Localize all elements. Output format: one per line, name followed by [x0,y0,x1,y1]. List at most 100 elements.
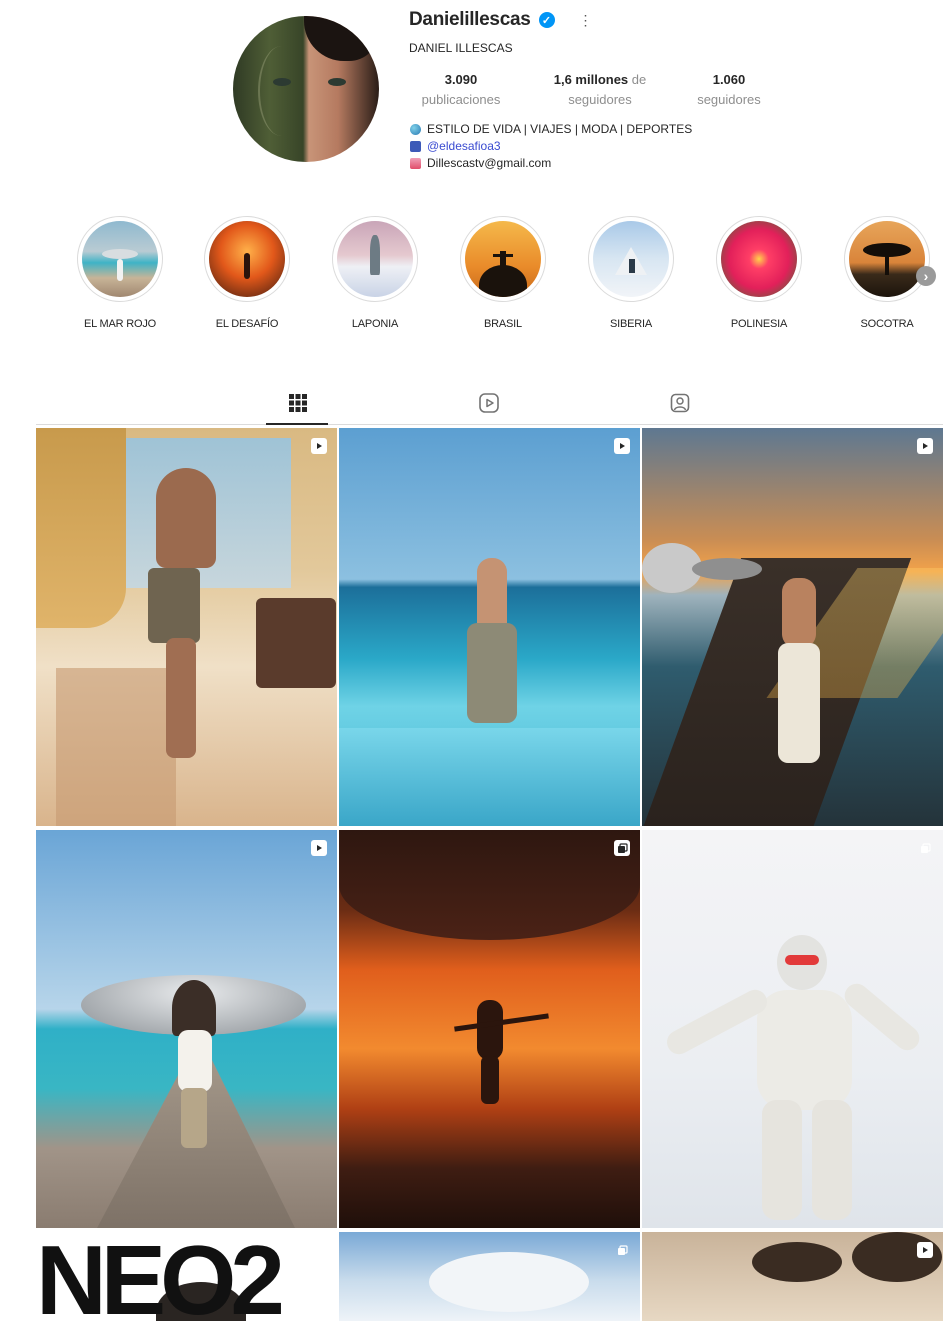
highlight-label: BRASIL [484,318,522,330]
highlight-ring [588,216,674,302]
post-tile[interactable] [36,830,337,1228]
highlight-ring [460,216,546,302]
post-tile[interactable] [642,428,943,826]
highlight-cover [849,221,925,297]
tab-posts[interactable] [285,390,311,416]
highlight-label: SIBERIA [609,318,652,330]
tabs-divider [36,424,943,425]
person-legs-shape [166,638,196,758]
posts-count: 3.090 [444,72,478,87]
highlight-laponia[interactable]: LAPONIA [315,216,435,330]
globe-icon [410,124,421,135]
followers-label: seguidores [568,92,632,107]
highlight-cover [721,221,797,297]
person-torso-shape [782,578,816,648]
person-torso-shape [477,558,507,633]
bio-categories-text: ESTILO DE VIDA | VIAJES | MODA | DEPORTE… [427,122,693,136]
bio-line-email: Dillescastv@gmail.com [410,155,692,172]
post-tile[interactable]: NEO2 [36,1232,337,1321]
person-trousers-shape [181,1088,207,1148]
profile-full-name: DANIEL ILLESCAS [409,41,513,55]
pool-shape [339,728,640,826]
highlight-cover [209,221,285,297]
posts-label: publicaciones [421,92,501,107]
carousel-icon [917,840,933,856]
avatar-right-eye [328,78,346,86]
portal-shape [172,980,216,1036]
play-icon [311,438,327,454]
post-tile[interactable] [339,1232,640,1321]
post-tile[interactable] [36,428,337,826]
following-label: seguidores [697,92,761,107]
highlight-cover [82,221,158,297]
pod-shape-2 [692,558,762,580]
highlight-cover [465,221,541,297]
stat-following[interactable]: 1.060 seguidores [688,70,770,110]
following-count: 1.060 [712,72,746,87]
cave-wall-shape [36,428,126,628]
bio-email-text: Dillescastv@gmail.com [427,156,552,170]
highlight-label: POLINESIA [730,318,788,330]
cloud-shape [429,1252,589,1312]
carousel-icon [614,840,630,856]
username-row: Danielillescas ✓ ⋮ [409,8,593,32]
snowsuit-leg-left-shape [762,1100,802,1220]
person-trousers-shape [778,643,820,763]
play-icon [917,438,933,454]
followers-of-word: de [631,72,647,87]
highlight-cover [593,221,669,297]
highlight-el-desafio[interactable]: EL DESAFÍO [187,216,307,330]
mail-icon [410,158,421,169]
highlight-ring [844,216,930,302]
bookmark-icon [410,141,421,152]
person-shorts-shape [148,568,200,643]
profile-bio: ESTILO DE VIDA | VIAJES | MODA | DEPORTE… [410,121,692,172]
bio-handle-link[interactable]: @eldesafioa3 [427,138,501,155]
highlight-ring [77,216,163,302]
profile-avatar[interactable] [233,16,379,162]
magazine-title: NEO2 [36,1232,285,1321]
person-trousers-shape [467,623,517,723]
post-tile[interactable] [642,1232,943,1321]
highlight-label: LAPONIA [351,318,399,330]
post-tile[interactable] [642,830,943,1228]
highlight-ring [204,216,290,302]
highlight-brasil[interactable]: BRASIL [443,216,563,330]
play-icon [614,438,630,454]
stat-posts: 3.090 publicaciones [415,70,507,110]
highlight-cover [337,221,413,297]
cave-ceiling-shape [339,830,640,940]
snowsuit-body-shape [757,990,852,1110]
avatar-hair-detail [304,16,379,61]
followers-count: 1,6 millones [553,72,629,87]
snowsuit-arm-left-shape [662,985,772,1059]
post-tile[interactable] [339,428,640,826]
avatar-leaf-detail [258,46,305,136]
person-legs-shape [481,1056,499,1104]
highlight-label: SOCOTRA [860,318,914,330]
bio-line-threads[interactable]: @eldesafioa3 [410,138,692,155]
snowsuit-leg-right-shape [812,1100,852,1220]
snowsuit-arm-right-shape [839,978,925,1056]
play-icon [917,1242,933,1258]
more-options-icon[interactable]: ⋮ [579,13,593,27]
highlight-siberia[interactable]: SIBERIA [571,216,691,330]
carousel-icon [614,1242,630,1258]
tagged-icon [670,393,690,413]
tab-reels[interactable] [476,390,502,416]
chair-shape [256,598,336,688]
profile-username: Danielillescas [409,9,531,30]
highlight-polinesia[interactable]: POLINESIA [699,216,819,330]
play-icon [311,840,327,856]
highlights-next-chevron-icon[interactable]: › [916,266,936,286]
highlight-ring [332,216,418,302]
stat-followers[interactable]: 1,6 millones de seguidores [540,70,660,110]
tab-tagged[interactable] [667,390,693,416]
highlight-el-mar-rojo[interactable]: EL MAR ROJO [60,216,180,330]
person-torso-shape [156,468,216,568]
post-tile[interactable] [339,830,640,1228]
avatar-left-eye [273,78,291,86]
goggles-shape [785,955,819,965]
bio-line-categories: ESTILO DE VIDA | VIAJES | MODA | DEPORTE… [410,121,692,138]
grid-icon [289,394,307,412]
